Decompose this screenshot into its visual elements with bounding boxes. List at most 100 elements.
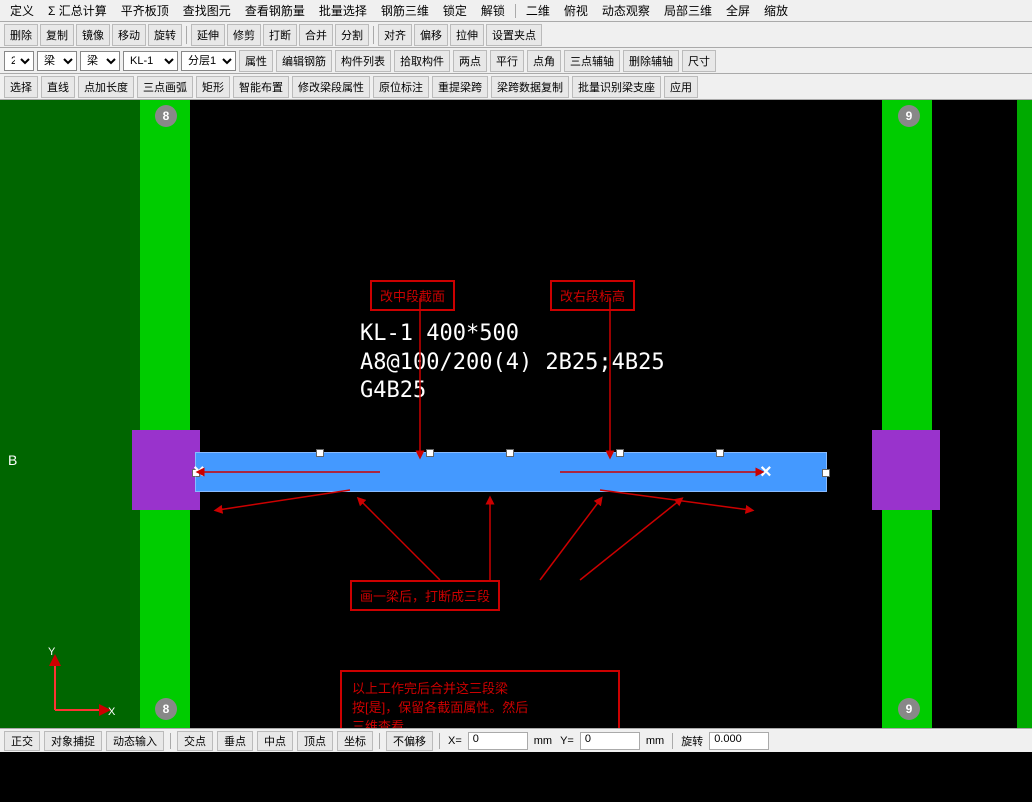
purple-block-left [132,430,200,510]
beam-handle-4[interactable] [616,449,624,457]
beam-handle-2[interactable] [426,449,434,457]
btn-component-list[interactable]: 构件列表 [335,50,391,72]
type1-select[interactable]: 梁 [37,51,77,71]
btn-delete[interactable]: 删除 [4,24,38,46]
btn-select[interactable]: 选择 [4,76,38,98]
btn-apply[interactable]: 应用 [664,76,698,98]
btn-break[interactable]: 打断 [263,24,297,46]
menu-unlock[interactable]: 解锁 [475,0,511,21]
menu-define[interactable]: 定义 [4,0,40,21]
btn-perpendicular[interactable]: 垂点 [217,731,253,751]
beam-handle-7[interactable] [822,469,830,477]
beam-handle-1[interactable] [316,449,324,457]
left-panel [0,100,140,728]
canvas-area[interactable]: 8 9 8 9 B KL-1 400*500 A8@100/200(4) 2B2… [0,100,1032,728]
btn-point-length[interactable]: 点加长度 [78,76,134,98]
btn-mirror[interactable]: 镜像 [76,24,110,46]
blue-beam[interactable] [195,452,827,492]
beam-handle-3[interactable] [506,449,514,457]
menu-calc[interactable]: Σ 汇总计算 [42,0,113,21]
rotate-value-field[interactable]: 0.000 [709,732,769,750]
sublayer-select[interactable]: 分层1 [181,51,236,71]
btn-three-arc[interactable]: 三点画弧 [137,76,193,98]
green-column-right [882,100,932,728]
btn-offset[interactable]: 偏移 [414,24,448,46]
menu-dynamic-view[interactable]: 动态观察 [596,0,656,21]
y-value-field[interactable]: 0 [580,732,640,750]
purple-block-right [872,430,940,510]
circle-8-top-left: 8 [155,105,177,127]
btn-property[interactable]: 属性 [239,50,273,72]
btn-midpoint[interactable]: 中点 [257,731,293,751]
draw-toolbar: 选择 直线 点加长度 三点画弧 矩形 智能布置 修改梁段属性 原位标注 重提梁跨… [0,74,1032,100]
btn-batch-identify[interactable]: 批量识别梁支座 [572,76,661,98]
tb-sep-1 [186,26,187,44]
edit-toolbar: 删除 复制 镜像 移动 旋转 延伸 修剪 打断 合并 分割 对齐 偏移 拉伸 设… [0,22,1032,48]
anno-break-note: 画一梁后，打断成三段 [350,580,500,611]
btn-del-aux[interactable]: 删除辅轴 [623,50,679,72]
menu-rebar-3d[interactable]: 钢筋三维 [375,0,435,21]
unit-mm-2: mm [644,735,666,747]
btn-align[interactable]: 对齐 [378,24,412,46]
beam-handle-5[interactable] [716,449,724,457]
menu-fullscreen[interactable]: 全屏 [720,0,756,21]
props-toolbar: 2 梁 梁 KL-1 分层1 属性 编辑钢筋 构件列表 拾取构件 两点 平行 点… [0,48,1032,74]
menu-top-view[interactable]: 俯视 [558,0,594,21]
anno-instruction-line2: 按[是]，保留各截面属性。然后 [352,697,608,716]
beam-handle-6[interactable] [192,469,200,477]
btn-merge[interactable]: 合并 [299,24,333,46]
status-sep-4 [672,733,673,749]
btn-rotate[interactable]: 旋转 [148,24,182,46]
btn-in-situ-mark[interactable]: 原位标注 [373,76,429,98]
anno-mid-section: 改中段截面 [370,280,455,311]
btn-stretch[interactable]: 拉伸 [450,24,484,46]
btn-point-angle[interactable]: 点角 [527,50,561,72]
btn-three-point-aux[interactable]: 三点辅轴 [564,50,620,72]
btn-intersection[interactable]: 交点 [177,731,213,751]
menu-find[interactable]: 查找图元 [177,0,237,21]
btn-snap[interactable]: 对象捕捉 [44,731,102,751]
b-marker: B [8,452,17,468]
btn-dynamic-input[interactable]: 动态输入 [106,731,164,751]
type2-select[interactable]: 梁 [80,51,120,71]
menu-lock[interactable]: 锁定 [437,0,473,21]
btn-coordinate[interactable]: 坐标 [337,731,373,751]
anno-instruction-line3: 三维查看。 [352,716,608,728]
circle-8-bottom-left: 8 [155,698,177,720]
btn-vertex[interactable]: 顶点 [297,731,333,751]
menu-align[interactable]: 平齐板顶 [115,0,175,21]
menu-batch-select[interactable]: 批量选择 [313,0,373,21]
btn-span-copy[interactable]: 梁跨数据复制 [491,76,569,98]
menu-local-3d[interactable]: 局部三维 [658,0,718,21]
menu-2d[interactable]: 二维 [520,0,556,21]
menu-separator [515,4,516,18]
btn-smart-layout[interactable]: 智能布置 [233,76,289,98]
btn-copy[interactable]: 复制 [40,24,74,46]
btn-re-detect-span[interactable]: 重提梁跨 [432,76,488,98]
btn-parallel[interactable]: 平行 [490,50,524,72]
btn-no-offset[interactable]: 不偏移 [386,731,433,751]
element-select[interactable]: KL-1 [123,51,178,71]
btn-pick-component[interactable]: 拾取构件 [394,50,450,72]
btn-line[interactable]: 直线 [41,76,75,98]
btn-move[interactable]: 移动 [112,24,146,46]
anno-right-elevation: 改右段标高 [550,280,635,311]
anno-instruction-box: 以上工作完后合并这三段梁 按[是]，保留各截面属性。然后 三维查看。 [340,670,620,728]
btn-rect[interactable]: 矩形 [196,76,230,98]
btn-ortho[interactable]: 正交 [4,731,40,751]
btn-edit-rebar[interactable]: 编辑钢筋 [276,50,332,72]
btn-split[interactable]: 分割 [335,24,369,46]
beam-label-line2: A8@100/200(4) 2B25;4B25 [360,349,665,378]
btn-extend[interactable]: 延伸 [191,24,225,46]
menu-bar: 定义 Σ 汇总计算 平齐板顶 查找图元 查看钢筋量 批量选择 钢筋三维 锁定 解… [0,0,1032,22]
layer-num-select[interactable]: 2 [4,51,34,71]
btn-two-point[interactable]: 两点 [453,50,487,72]
beam-label-line3: G4B25 [360,377,665,406]
btn-grips[interactable]: 设置夹点 [486,24,542,46]
menu-zoom[interactable]: 缩放 [758,0,794,21]
x-value-field[interactable]: 0 [468,732,528,750]
menu-rebar-qty[interactable]: 查看钢筋量 [239,0,311,21]
btn-modify-beam-seg[interactable]: 修改梁段属性 [292,76,370,98]
btn-trim[interactable]: 修剪 [227,24,261,46]
btn-dimension[interactable]: 尺寸 [682,50,716,72]
